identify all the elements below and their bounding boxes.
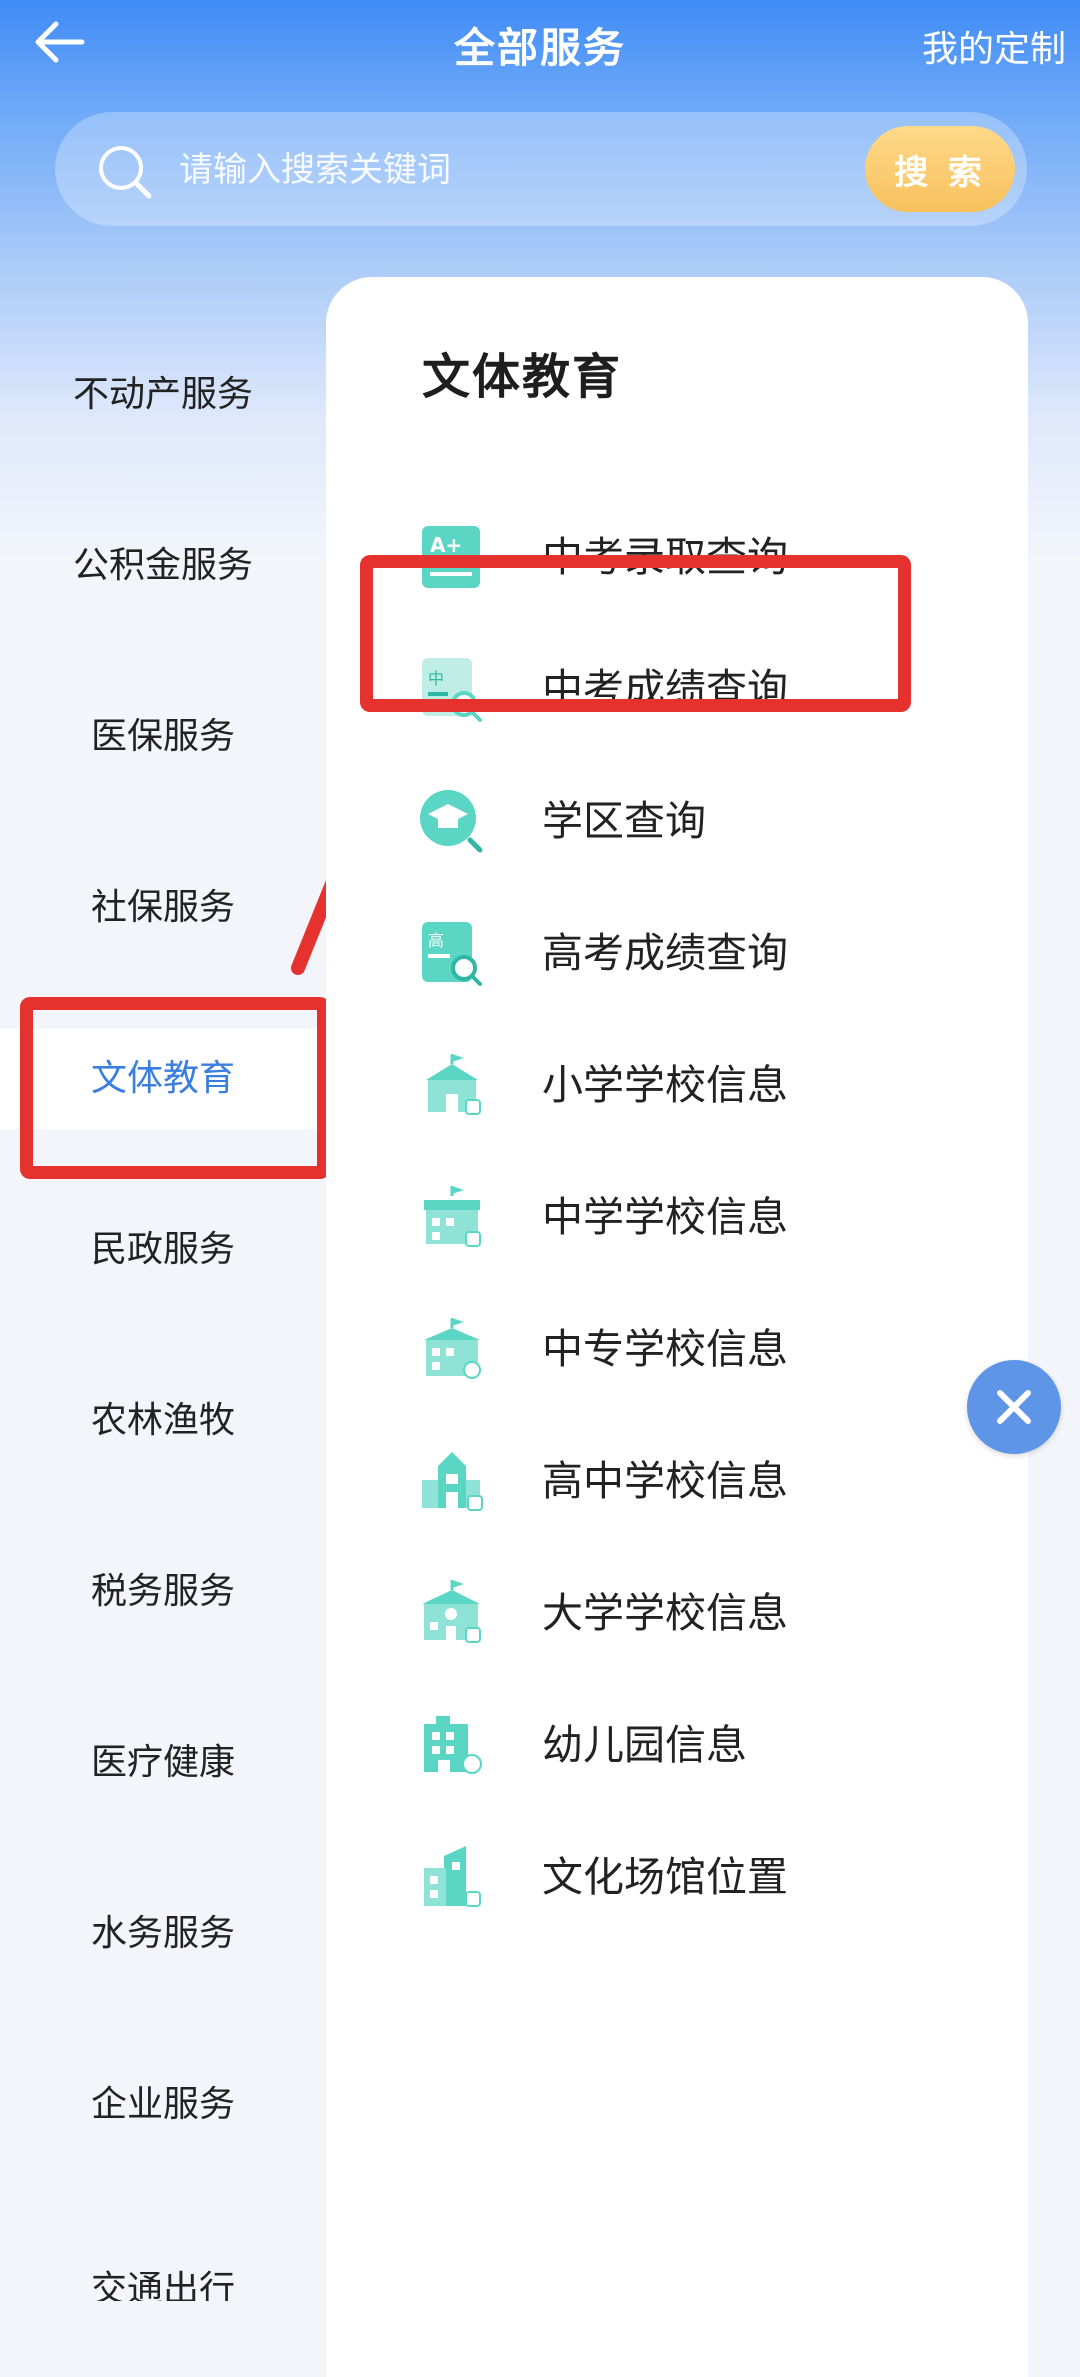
school-building-icon <box>424 1318 481 1379</box>
service-label: 学区查询 <box>542 797 706 845</box>
top-bar: 全部服务 我的定制 <box>0 0 1080 90</box>
sidebar-item-civil-affairs[interactable]: 民政服务 <box>0 1200 326 1300</box>
service-item-middle-school[interactable]: 中学学校信息 <box>416 1167 976 1267</box>
sidebar-item-agriculture[interactable]: 农林渔牧 <box>0 1371 326 1471</box>
school-building-icon <box>422 1580 481 1643</box>
service-label: 高中学校信息 <box>542 1457 788 1505</box>
school-building-icon <box>422 1452 483 1511</box>
service-label: 幼儿园信息 <box>542 1721 747 1769</box>
venue-building-icon <box>424 1846 481 1907</box>
service-label: 中专学校信息 <box>542 1325 788 1373</box>
sidebar-item-real-estate[interactable]: 不动产服务 <box>0 345 326 445</box>
sidebar-item-transport[interactable]: 交通出行 <box>0 2240 326 2301</box>
close-button[interactable] <box>967 1360 1061 1454</box>
gao-search-icon: 高 <box>422 922 482 986</box>
service-item-gaokao-score[interactable]: 高 高考成绩查询 <box>416 903 976 1003</box>
service-item-vocational-school[interactable]: 中专学校信息 <box>416 1299 976 1399</box>
search-input[interactable] <box>177 132 881 208</box>
panel-title: 文体教育 <box>422 349 623 405</box>
service-item-cultural-venue[interactable]: 文化场馆位置 <box>416 1827 976 1927</box>
school-building-icon <box>426 1054 481 1115</box>
graduation-search-icon <box>420 790 483 853</box>
school-building-icon <box>424 1186 481 1247</box>
service-label: 中学学校信息 <box>542 1193 788 1241</box>
sidebar-item-enterprise[interactable]: 企业服务 <box>0 2055 326 2155</box>
service-label: 小学学校信息 <box>542 1061 788 1109</box>
search-button[interactable]: 搜 索 <box>865 126 1015 212</box>
score-glyph: A+ <box>430 533 462 557</box>
service-label: 大学学校信息 <box>542 1589 788 1637</box>
service-item-university[interactable]: 大学学校信息 <box>416 1563 976 1663</box>
service-label: 高考成绩查询 <box>542 929 788 977</box>
kindergarten-icon <box>424 1716 482 1774</box>
search-bar: 搜 索 <box>55 112 1027 226</box>
sidebar-item-tax[interactable]: 税务服务 <box>0 1542 326 1642</box>
highlight-box-sidebar <box>20 997 330 1179</box>
sidebar-item-social-security[interactable]: 社保服务 <box>0 858 326 958</box>
sidebar-item-housing-fund[interactable]: 公积金服务 <box>0 516 326 616</box>
sidebar-item-healthcare[interactable]: 医疗健康 <box>0 1713 326 1813</box>
highlight-box-service <box>360 555 911 712</box>
service-item-kindergarten[interactable]: 幼儿园信息 <box>416 1695 976 1795</box>
sidebar-item-medical-insurance[interactable]: 医保服务 <box>0 687 326 787</box>
gao-glyph: 高 <box>428 931 444 950</box>
service-item-high-school[interactable]: 高中学校信息 <box>416 1431 976 1531</box>
service-label: 文化场馆位置 <box>542 1853 788 1901</box>
sidebar-item-label: 交通出行 <box>90 2269 235 2301</box>
sidebar-item-water[interactable]: 水务服务 <box>0 1884 326 1984</box>
close-icon <box>997 1390 1031 1424</box>
service-item-primary-school[interactable]: 小学学校信息 <box>416 1035 976 1135</box>
search-icon <box>99 146 152 199</box>
service-item-school-district[interactable]: 学区查询 <box>416 771 976 871</box>
page-title: 全部服务 <box>454 24 626 72</box>
my-custom-link[interactable]: 我的定制 <box>922 20 1066 72</box>
